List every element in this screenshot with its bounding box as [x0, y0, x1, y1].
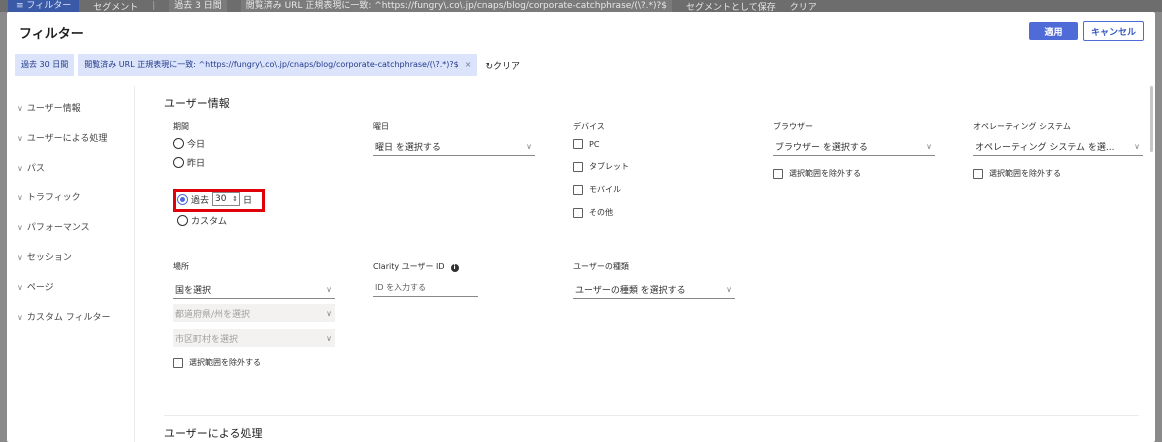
radio-circle[interactable] [177, 215, 188, 226]
period-summary: 過去 3 日間 [169, 0, 227, 12]
sidebar-item-custom-filter[interactable]: ∨ カスタム フィルター [17, 310, 111, 323]
separator: | [152, 1, 156, 11]
browser-dropdown[interactable]: ブラウザー を選択する ∨ [773, 138, 935, 156]
dialog-header: フィルター 適用 キャンセル [7, 12, 1155, 52]
chevron-down-icon: ∨ [326, 333, 332, 343]
clear-button[interactable]: ↻クリア [485, 59, 520, 72]
location-label: 場所 [173, 262, 189, 271]
device-other[interactable]: その他 [573, 207, 613, 218]
sidebar-item-performance[interactable]: ∨ パフォーマンス [17, 220, 90, 233]
section-divider [164, 415, 1139, 416]
background-clear: クリア [789, 2, 817, 13]
clarity-id-label: Clarity ユーザー ID i [373, 261, 459, 272]
chevron-down-icon: ∨ [326, 285, 332, 294]
checkbox[interactable] [973, 168, 983, 179]
active-filter-chips: 過去 30 日間 閲覧済み URL 正規表現に一致: ^https://fung… [15, 54, 520, 76]
chevron-down-icon: ∨ [17, 134, 23, 143]
checkbox[interactable] [173, 357, 183, 368]
url-chip[interactable]: 閲覧済み URL 正規表現に一致: ^https://fungry\.co\.j… [78, 54, 478, 76]
chevron-down-icon: ∨ [17, 313, 23, 322]
sidebar-item-user-actions[interactable]: ∨ ユーザーによる処理 [17, 131, 107, 144]
dialog-title: フィルター [19, 27, 84, 42]
radio-custom[interactable]: カスタム [177, 214, 227, 227]
sidebar-item-session[interactable]: ∨ セッション [17, 250, 72, 263]
clarity-id-input[interactable]: ID を入力する [373, 279, 478, 297]
refresh-icon: ↻ [485, 61, 493, 72]
checkbox[interactable] [573, 184, 583, 195]
filter-sidebar: ∨ ユーザー情報 ∨ ユーザーによる処理 ∨ パス ∨ トラフィック ∨ パフォーマンス … [7, 86, 135, 442]
device-label: デバイス [573, 122, 605, 131]
city-dropdown[interactable]: 市区町村を選択 ∨ [173, 329, 335, 347]
browser-exclude[interactable]: 選択範囲を除外する [773, 168, 861, 179]
sidebar-item-traffic[interactable]: ∨ トラフィック [17, 190, 81, 203]
device-tablet[interactable]: タブレット [573, 161, 629, 172]
device-pc[interactable]: PC [573, 139, 599, 149]
chevron-down-icon: ∨ [726, 285, 732, 294]
period-chip[interactable]: 過去 30 日間 [15, 54, 75, 76]
checkbox[interactable] [573, 207, 583, 218]
checkbox[interactable] [573, 161, 583, 172]
radio-yesterday[interactable]: 昨日 [173, 156, 205, 169]
chevron-down-icon: ∨ [17, 104, 23, 113]
checkbox[interactable] [773, 168, 783, 179]
info-icon[interactable]: i [450, 264, 459, 272]
state-dropdown[interactable]: 都道府県/州を選択 ∨ [173, 304, 335, 322]
chevron-down-icon: ∨ [17, 283, 23, 292]
country-dropdown[interactable]: 国を選択 ∨ [173, 281, 335, 299]
period-label: 期間 [173, 122, 189, 131]
weekday-label: 曜日 [373, 122, 389, 131]
user-type-label: ユーザーの種類 [573, 262, 629, 271]
radio-today[interactable]: 今日 [173, 137, 205, 150]
save-segment: セグメントとして保存 [686, 2, 776, 13]
os-exclude[interactable]: 選択範囲を除外する [973, 168, 1061, 179]
location-exclude[interactable]: 選択範囲を除外する [173, 357, 261, 368]
weekday-dropdown[interactable]: 曜日 を選択する ∨ [373, 138, 535, 156]
section-title-user-actions: ユーザーによる処理 [164, 427, 263, 440]
close-icon[interactable]: × [465, 60, 472, 69]
checkbox[interactable] [573, 139, 583, 149]
filter-content: ユーザー情報 期間 今日 昨日 過去 30 ⇕ 日 カスタム 曜日 曜日 を選択す… [135, 86, 1147, 442]
chevron-down-icon: ∨ [926, 142, 932, 151]
background-toolbar: ≡ フィルター セグメント | 過去 3 日間 閲覧済み URL 正規表現に一致… [0, 0, 1162, 12]
apply-button[interactable]: 適用 [1029, 22, 1078, 40]
chevron-down-icon: ∨ [17, 223, 23, 232]
section-title-user-info: ユーザー情報 [164, 97, 230, 110]
chevron-down-icon: ∨ [17, 164, 23, 173]
user-type-dropdown[interactable]: ユーザーの種類 を選択する ∨ [573, 281, 735, 299]
chevron-down-icon: ∨ [17, 193, 23, 202]
filter-dialog: フィルター 適用 キャンセル 過去 30 日間 閲覧済み URL 正規表現に一致… [7, 12, 1155, 442]
os-label: オペレーティング システム [973, 122, 1071, 131]
sidebar-item-user-info[interactable]: ∨ ユーザー情報 [17, 101, 81, 114]
selection-highlight [173, 189, 265, 212]
sidebar-item-path[interactable]: ∨ パス [17, 161, 45, 174]
browser-label: ブラウザー [773, 122, 813, 131]
sidebar-item-page[interactable]: ∨ ページ [17, 280, 54, 293]
segment-menu: セグメント [93, 2, 139, 13]
chevron-down-icon: ∨ [1134, 142, 1140, 151]
chevron-down-icon: ∨ [326, 308, 332, 318]
os-dropdown[interactable]: オペレーティング システム を選... ∨ [973, 138, 1143, 156]
scrollbar[interactable] [1150, 86, 1153, 152]
chevron-down-icon: ∨ [526, 142, 532, 151]
device-mobile[interactable]: モバイル [573, 184, 621, 195]
radio-circle[interactable] [173, 157, 184, 168]
radio-circle[interactable] [173, 138, 184, 149]
filter-pill: ≡ フィルター [8, 0, 80, 12]
url-summary: 閲覧済み URL 正規表現に一致: ^https://fungry\.co\.j… [240, 0, 673, 12]
cancel-button[interactable]: キャンセル [1083, 21, 1144, 41]
chevron-down-icon: ∨ [17, 253, 23, 262]
